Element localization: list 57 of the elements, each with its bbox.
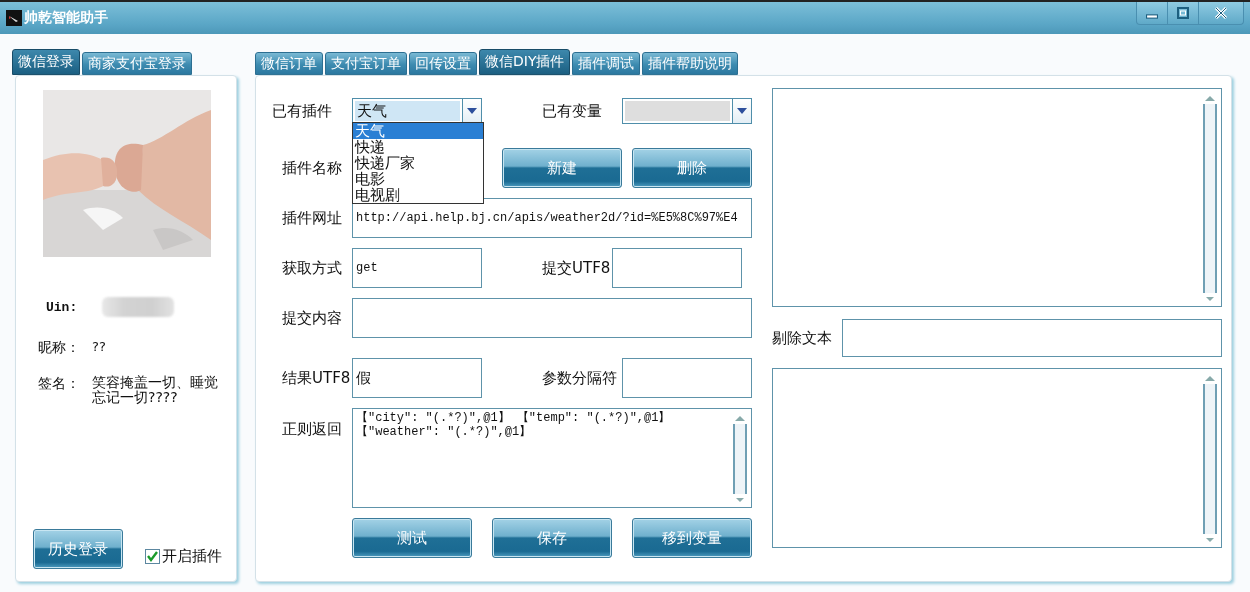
tab[interactable]: 商家支付宝登录 bbox=[82, 52, 192, 75]
check-icon bbox=[146, 550, 159, 563]
separator-field[interactable] bbox=[622, 358, 752, 398]
dropdown-option[interactable]: 快递 bbox=[353, 139, 483, 155]
history-login-button[interactable]: 历史登录 bbox=[33, 529, 123, 569]
maximize-icon bbox=[1176, 6, 1190, 20]
tab[interactable]: 插件帮助说明 bbox=[642, 52, 739, 75]
field-label: 提交内容 bbox=[281, 308, 343, 328]
field-label: 获取方式 bbox=[281, 258, 343, 278]
signature-label: 签名： bbox=[38, 375, 81, 393]
tab[interactable]: 微信订单 bbox=[255, 52, 323, 75]
method-field[interactable]: get bbox=[352, 248, 482, 288]
text-line: 【"city": "(.*?)",@1】 【"temp": "(.*?)",@1】 bbox=[356, 411, 672, 425]
action-button[interactable]: 保存 bbox=[492, 518, 612, 558]
result-utf8-field[interactable]: 假 bbox=[352, 358, 482, 398]
field-label: 剔除文本 bbox=[772, 328, 833, 348]
dropdown-value: 天气 bbox=[355, 101, 460, 121]
delete-button[interactable]: 删除 bbox=[632, 148, 752, 188]
dropdown-option[interactable]: 电影 bbox=[353, 171, 483, 187]
tab[interactable]: 插件调试 bbox=[572, 52, 641, 75]
regex-text-area[interactable]: 【"city": "(.*?)",@1】 【"temp": "(.*?)",@1】 【"weather": "(.*?)",@1】 bbox=[352, 408, 752, 508]
action-button[interactable]: 测试 bbox=[352, 518, 472, 558]
caret-icon bbox=[467, 108, 477, 114]
uin-label: Uin: bbox=[46, 299, 79, 315]
text-line: 【"weather": "(.*?)",@1】 bbox=[356, 425, 533, 439]
dropdown-option[interactable]: 天气 bbox=[353, 123, 483, 139]
redacted-block bbox=[102, 297, 174, 317]
field-label: 插件网址 bbox=[281, 208, 343, 228]
new-button[interactable]: 新建 bbox=[502, 148, 622, 188]
tab[interactable]: 微信登录 bbox=[12, 49, 80, 75]
minimize-icon bbox=[1146, 13, 1158, 19]
field-label: 插件名称 bbox=[281, 158, 343, 178]
dropdown-arrow-button[interactable] bbox=[462, 99, 481, 123]
close-icon bbox=[1214, 6, 1228, 20]
field-label: 已有插件 bbox=[271, 101, 333, 121]
submit-content-field[interactable] bbox=[352, 298, 752, 338]
plugin-checkbox[interactable]: 开启插件 bbox=[145, 547, 222, 566]
field-label: 提交UTF8 bbox=[542, 258, 612, 278]
nickname-label: 昵称： bbox=[38, 339, 81, 357]
dropdown-option[interactable]: 快递厂家 bbox=[353, 155, 483, 171]
tab[interactable]: 支付宝订单 bbox=[325, 52, 407, 75]
field-label: 已有变量 bbox=[542, 101, 603, 121]
result-text-area[interactable] bbox=[772, 368, 1222, 548]
signature-value: 笑容掩盖一切、睡觉忘记一切???? bbox=[92, 375, 219, 405]
field-label: 正则返回 bbox=[281, 419, 343, 439]
tab[interactable]: 回传设置 bbox=[409, 52, 477, 75]
tab[interactable]: 微信DIY插件 bbox=[479, 49, 571, 75]
field-label: 参数分隔符 bbox=[542, 368, 618, 388]
action-button[interactable]: 移到变量 bbox=[632, 518, 752, 558]
output-text-area[interactable] bbox=[772, 88, 1222, 307]
window-title: 帅乾智能助手 bbox=[24, 9, 108, 27]
checkbox-label: 开启插件 bbox=[162, 547, 222, 566]
field-label: 结果UTF8 bbox=[281, 368, 352, 388]
submit-utf8-field[interactable] bbox=[612, 248, 742, 288]
caret-icon bbox=[737, 108, 747, 114]
nickname-value: ?? bbox=[92, 339, 106, 354]
remove-text-field[interactable] bbox=[842, 319, 1222, 357]
